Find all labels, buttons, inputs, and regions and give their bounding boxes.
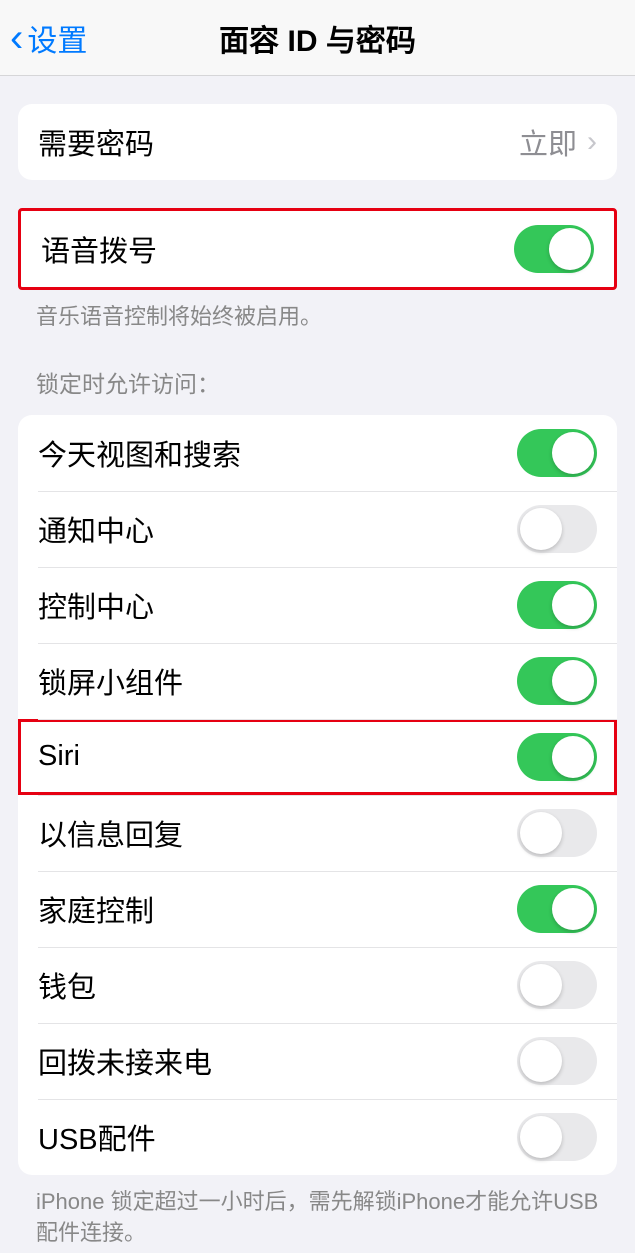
- toggle-knob: [552, 888, 594, 930]
- lock-access-label: 控制中心: [38, 584, 517, 626]
- lock-access-group: 今天视图和搜索通知中心控制中心锁屏小组件 Siri 以信息回复家庭控制钱包回拨未接来…: [18, 415, 617, 1175]
- lock-access-row: 回拨未接来电: [18, 1023, 617, 1099]
- require-passcode-group: 需要密码 立即 ›: [18, 104, 617, 180]
- lock-access-label: 家庭控制: [38, 888, 517, 930]
- nav-bar: ‹ 设置 面容 ID 与密码: [0, 0, 635, 76]
- lock-access-row: 锁屏小组件: [18, 643, 617, 719]
- toggle-knob: [552, 432, 594, 474]
- voice-dial-group: 语音拨号: [18, 208, 617, 290]
- voice-dial-label: 语音拨号: [41, 228, 514, 270]
- toggle-knob: [520, 508, 562, 550]
- lock-access-toggle[interactable]: [517, 1113, 597, 1161]
- page-title: 面容 ID 与密码: [219, 16, 416, 60]
- require-passcode-row[interactable]: 需要密码 立即 ›: [18, 104, 617, 180]
- chevron-right-icon: ›: [587, 125, 597, 159]
- toggle-knob: [520, 964, 562, 1006]
- voice-dial-toggle[interactable]: [514, 225, 594, 273]
- settings-content: 需要密码 立即 › 语音拨号 音乐语音控制将始终被启用。 锁定时允许访问： 今天…: [0, 104, 635, 1248]
- chevron-left-icon: ‹: [10, 18, 23, 58]
- toggle-knob: [549, 228, 591, 270]
- back-label: 设置: [27, 16, 87, 60]
- lock-access-row: 以信息回复: [18, 795, 617, 871]
- toggle-knob: [552, 736, 594, 778]
- lock-access-header: 锁定时允许访问：: [0, 333, 635, 409]
- lock-access-label: 回拨未接来电: [38, 1040, 517, 1082]
- value-text: 立即: [519, 121, 577, 163]
- lock-access-toggle[interactable]: [517, 733, 597, 781]
- lock-access-label: 锁屏小组件: [38, 660, 517, 702]
- lock-access-label: 今天视图和搜索: [38, 432, 517, 474]
- lock-access-row: 控制中心: [18, 567, 617, 643]
- lock-access-row: Siri: [18, 719, 617, 795]
- lock-access-row: 钱包: [18, 947, 617, 1023]
- lock-access-toggle[interactable]: [517, 429, 597, 477]
- voice-dial-footer: 音乐语音控制将始终被启用。: [0, 290, 635, 333]
- back-button[interactable]: ‹ 设置: [0, 16, 87, 60]
- toggle-knob: [520, 1116, 562, 1158]
- lock-access-label: 以信息回复: [38, 812, 517, 854]
- lock-access-label: 钱包: [38, 964, 517, 1006]
- require-passcode-label: 需要密码: [38, 121, 519, 163]
- toggle-knob: [520, 1040, 562, 1082]
- lock-access-toggle[interactable]: [517, 581, 597, 629]
- lock-access-row: 家庭控制: [18, 871, 617, 947]
- lock-access-toggle[interactable]: [517, 657, 597, 705]
- lock-access-toggle[interactable]: [517, 961, 597, 1009]
- voice-dial-row: 语音拨号: [21, 211, 614, 287]
- lock-access-label: USB配件: [38, 1116, 517, 1158]
- lock-access-row: 通知中心: [18, 491, 617, 567]
- lock-access-label: Siri: [38, 740, 517, 773]
- lock-access-toggle[interactable]: [517, 885, 597, 933]
- lock-access-row: USB配件: [18, 1099, 617, 1175]
- lock-access-label: 通知中心: [38, 508, 517, 550]
- lock-access-toggle[interactable]: [517, 1037, 597, 1085]
- toggle-knob: [552, 660, 594, 702]
- require-passcode-value: 立即 ›: [519, 121, 597, 163]
- lock-access-toggle[interactable]: [517, 809, 597, 857]
- lock-access-footer: iPhone 锁定超过一小时后，需先解锁iPhone才能允许USB 配件连接。: [0, 1175, 635, 1249]
- toggle-knob: [552, 584, 594, 626]
- toggle-knob: [520, 812, 562, 854]
- lock-access-toggle[interactable]: [517, 505, 597, 553]
- lock-access-row: 今天视图和搜索: [18, 415, 617, 491]
